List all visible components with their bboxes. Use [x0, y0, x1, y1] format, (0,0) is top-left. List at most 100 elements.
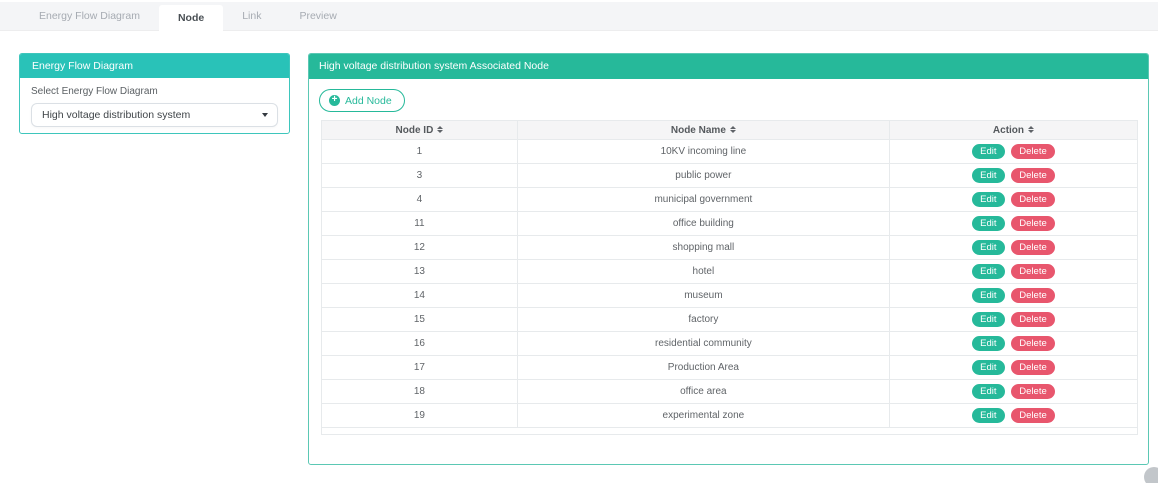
node-name-cell: municipal government [517, 188, 889, 212]
table-body: 1 10KV incoming line Edit Delete 3 publi… [322, 140, 1138, 428]
node-name-cell: shopping mall [517, 236, 889, 260]
table-row: 3 public power Edit Delete [322, 164, 1138, 188]
action-cell: Edit Delete [889, 260, 1137, 284]
node-name-cell: factory [517, 308, 889, 332]
table-row: 19 experimental zone Edit Delete [322, 404, 1138, 428]
table-row: 1 10KV incoming line Edit Delete [322, 140, 1138, 164]
node-id-cell: 18 [322, 380, 518, 404]
node-name-cell: experimental zone [517, 404, 889, 428]
node-id-cell: 16 [322, 332, 518, 356]
associated-node-panel: High voltage distribution system Associa… [308, 53, 1149, 465]
node-name-cell: residential community [517, 332, 889, 356]
edit-button[interactable]: Edit [972, 168, 1004, 183]
action-cell: Edit Delete [889, 308, 1137, 332]
sort-icon[interactable] [437, 126, 443, 133]
page: Energy Flow Diagram Node Link Preview En… [0, 0, 1158, 483]
node-name-cell: 10KV incoming line [517, 140, 889, 164]
tab-preview[interactable]: Preview [280, 2, 355, 30]
node-name-cell: office area [517, 380, 889, 404]
scrollbar-thumb[interactable] [1144, 467, 1158, 483]
action-cell: Edit Delete [889, 140, 1137, 164]
delete-button[interactable]: Delete [1011, 264, 1054, 279]
add-node-label: Add Node [345, 95, 392, 107]
empty-row [322, 428, 1138, 435]
node-table: Node ID Node Name Action 1 10KV incoming… [321, 120, 1138, 435]
delete-button[interactable]: Delete [1011, 384, 1054, 399]
column-header-node-id[interactable]: Node ID [322, 121, 518, 140]
table-row: 4 municipal government Edit Delete [322, 188, 1138, 212]
edit-button[interactable]: Edit [972, 192, 1004, 207]
node-id-cell: 13 [322, 260, 518, 284]
panel-title: High voltage distribution system Associa… [309, 54, 1148, 79]
column-header-action[interactable]: Action [889, 121, 1137, 140]
node-name-cell: museum [517, 284, 889, 308]
node-id-cell: 4 [322, 188, 518, 212]
table-header-row: Node ID Node Name Action [322, 121, 1138, 140]
delete-button[interactable]: Delete [1011, 288, 1054, 303]
delete-button[interactable]: Delete [1011, 192, 1054, 207]
edit-button[interactable]: Edit [972, 384, 1004, 399]
action-cell: Edit Delete [889, 284, 1137, 308]
node-id-cell: 11 [322, 212, 518, 236]
node-id-cell: 19 [322, 404, 518, 428]
node-id-cell: 15 [322, 308, 518, 332]
delete-button[interactable]: Delete [1011, 216, 1054, 231]
select-label: Select Energy Flow Diagram [31, 86, 278, 97]
edit-button[interactable]: Edit [972, 240, 1004, 255]
delete-button[interactable]: Delete [1011, 168, 1054, 183]
edit-button[interactable]: Edit [972, 264, 1004, 279]
table-row: 17 Production Area Edit Delete [322, 356, 1138, 380]
chevron-down-icon [262, 113, 268, 117]
sort-icon[interactable] [730, 126, 736, 133]
table-row: 11 office building Edit Delete [322, 212, 1138, 236]
action-cell: Edit Delete [889, 332, 1137, 356]
diagram-select-value: High voltage distribution system [42, 109, 190, 121]
add-node-button[interactable]: + Add Node [319, 89, 405, 112]
action-cell: Edit Delete [889, 404, 1137, 428]
sort-icon[interactable] [1028, 126, 1034, 133]
edit-button[interactable]: Edit [972, 336, 1004, 351]
action-cell: Edit Delete [889, 188, 1137, 212]
panel-body: Select Energy Flow Diagram High voltage … [20, 78, 289, 127]
node-id-cell: 3 [322, 164, 518, 188]
delete-button[interactable]: Delete [1011, 312, 1054, 327]
plus-icon: + [329, 95, 340, 106]
edit-button[interactable]: Edit [972, 408, 1004, 423]
node-id-cell: 12 [322, 236, 518, 260]
node-id-cell: 1 [322, 140, 518, 164]
action-cell: Edit Delete [889, 164, 1137, 188]
panel-title: Energy Flow Diagram [20, 54, 289, 78]
edit-button[interactable]: Edit [972, 360, 1004, 375]
action-cell: Edit Delete [889, 236, 1137, 260]
node-id-cell: 17 [322, 356, 518, 380]
column-label: Action [993, 125, 1024, 136]
tab-link[interactable]: Link [223, 2, 280, 30]
delete-button[interactable]: Delete [1011, 336, 1054, 351]
node-name-cell: hotel [517, 260, 889, 284]
table-row: 13 hotel Edit Delete [322, 260, 1138, 284]
delete-button[interactable]: Delete [1011, 144, 1054, 159]
energy-flow-diagram-panel: Energy Flow Diagram Select Energy Flow D… [19, 53, 290, 134]
action-cell: Edit Delete [889, 212, 1137, 236]
delete-button[interactable]: Delete [1011, 408, 1054, 423]
table-row: 16 residential community Edit Delete [322, 332, 1138, 356]
delete-button[interactable]: Delete [1011, 240, 1054, 255]
delete-button[interactable]: Delete [1011, 360, 1054, 375]
edit-button[interactable]: Edit [972, 144, 1004, 159]
node-name-cell: office building [517, 212, 889, 236]
node-name-cell: public power [517, 164, 889, 188]
diagram-select[interactable]: High voltage distribution system [31, 103, 278, 127]
edit-button[interactable]: Edit [972, 288, 1004, 303]
tab-energy-flow-diagram[interactable]: Energy Flow Diagram [20, 2, 159, 30]
table-row: 14 museum Edit Delete [322, 284, 1138, 308]
node-name-cell: Production Area [517, 356, 889, 380]
column-label: Node ID [396, 125, 434, 136]
tab-node[interactable]: Node [159, 5, 223, 36]
edit-button[interactable]: Edit [972, 216, 1004, 231]
column-header-node-name[interactable]: Node Name [517, 121, 889, 140]
column-label: Node Name [671, 125, 726, 136]
table-row: 15 factory Edit Delete [322, 308, 1138, 332]
node-id-cell: 14 [322, 284, 518, 308]
edit-button[interactable]: Edit [972, 312, 1004, 327]
tab-bar: Energy Flow Diagram Node Link Preview [0, 2, 1158, 31]
